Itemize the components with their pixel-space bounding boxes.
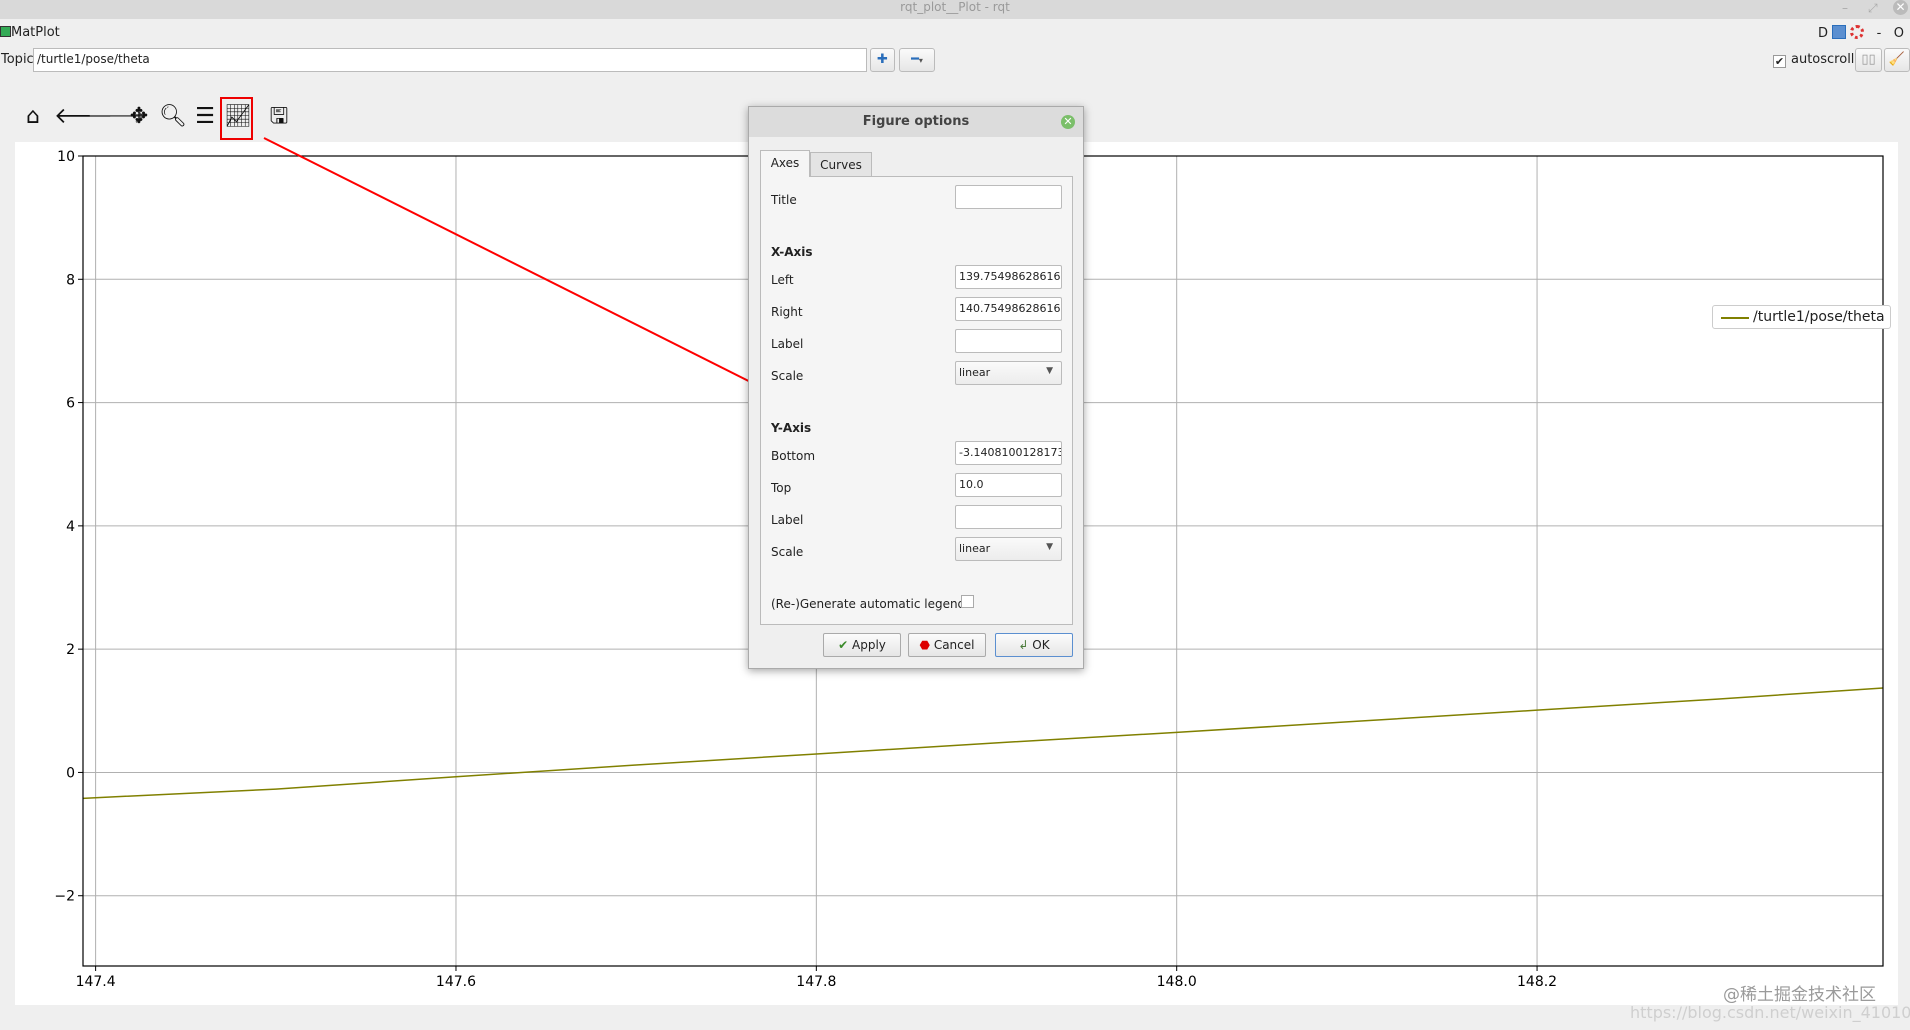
autoscroll-checkbox[interactable]: ✔ [1773,55,1786,68]
y-tick-label: 4 [66,519,75,535]
home-icon[interactable]: ⌂ [20,104,46,130]
apply-button[interactable]: ✔ Apply [823,633,901,657]
x-scale-select[interactable]: linear ▼ [955,361,1062,385]
legend: /turtle1/pose/theta [1712,305,1891,329]
title-input[interactable] [955,185,1062,209]
chevron-down-icon: ▼ [1046,542,1053,552]
minus-dropdown-icon: ━▾ [911,52,923,67]
y-bottom-input[interactable]: -3.14081001281738 [955,441,1062,465]
y-tick-label: 2 [66,642,75,658]
x-scale-value: linear [959,366,991,379]
axes-panel: Title X-Axis Left 139.754986286163 Right… [760,176,1073,625]
x-tick-label: 147.6 [436,974,476,990]
y-scale-select[interactable]: linear ▼ [955,537,1062,561]
save-icon[interactable]: 🖫 [266,104,292,130]
d-label[interactable]: D [1818,26,1828,41]
apply-label: Apply [852,638,886,652]
ok-button[interactable]: ↲ OK [995,633,1073,657]
pause-button[interactable]: ▯▯ [1855,48,1882,72]
autoscroll-toggle[interactable]: ✔ autoscroll [1773,52,1854,68]
x-tick-label: 148.0 [1157,974,1197,990]
y-tick-label: 8 [66,272,75,288]
stop-icon: ⬣ [919,638,930,652]
y-label-label: Label [771,513,804,527]
close-icon[interactable]: ✕ [1893,0,1908,15]
window-title-bar: rqt_plot__Plot - rqt [0,0,1910,19]
y-top-label: Top [771,481,792,495]
cancel-label: Cancel [933,638,975,652]
y-scale-label: Scale [771,545,804,559]
x-left-label: Left [771,273,794,287]
y-top-input[interactable]: 10.0 [955,473,1062,497]
legend-checkbox[interactable] [961,595,974,608]
highlight-box [220,97,253,140]
window-title: rqt_plot__Plot - rqt [900,0,1010,14]
watermark: @稀土掘金技术社区 [1723,985,1876,1005]
legend-swatch [1721,317,1749,319]
x-scale-label: Scale [771,369,804,383]
check-icon: ✔ [838,638,849,652]
x-label-input[interactable] [955,329,1062,353]
y-tick-label: 6 [66,396,75,412]
restore-icon[interactable]: ⤢ [1868,1,1878,16]
matplot-icon [0,26,11,37]
pan-icon[interactable]: ✥ [126,104,152,130]
legend-label: /turtle1/pose/theta [1753,309,1885,325]
title-label: Title [771,193,797,207]
add-topic-button[interactable]: ✚ [870,48,895,72]
y-scale-value: linear [959,542,991,555]
clear-button[interactable]: 🧹 [1884,48,1910,72]
x-axis-heading: X-Axis [771,245,813,259]
y-tick-label: 0 [66,765,75,781]
tab-curves[interactable]: Curves [810,152,872,176]
y-axis-heading: Y-Axis [771,421,812,435]
close-plugin-button[interactable]: O [1894,26,1904,41]
watermark-url: https://blog.csdn.net/weixin_41010198 [1630,1003,1910,1022]
dialog-title: Figure options [749,107,1083,137]
topic-label: Topic [1,52,34,67]
plugin-name: MatPlot [11,25,60,40]
plus-icon: ✚ [877,52,888,67]
figure-options-dialog: Figure options ✕ Axes Curves Title X-Axi… [748,106,1084,669]
x-right-label: Right [771,305,803,319]
x-label-label: Label [771,337,804,351]
help-icon[interactable] [1850,25,1865,39]
cancel-button[interactable]: ⬣ Cancel [908,633,986,657]
chevron-down-icon: ▼ [1046,366,1053,376]
plugin-title: MatPlot [0,25,60,40]
x-right-input[interactable]: 140.754986286163 [955,297,1062,321]
pause-icon: ▯▯ [1861,52,1876,67]
close-icon[interactable]: ✕ [1061,115,1075,129]
legend-option-label: (Re-)Generate automatic legend [771,597,966,611]
y-label-input[interactable] [955,505,1062,529]
y-bottom-label: Bottom [771,449,816,463]
ok-label: OK [1032,638,1050,652]
minimize-icon[interactable]: – [1842,1,1848,15]
series-line [82,687,1884,800]
settings-icon[interactable] [1832,25,1847,39]
remove-topic-button[interactable]: ━▾ [899,48,935,72]
x-tick-label: 147.8 [796,974,836,990]
ok-icon: ↲ [1018,638,1029,652]
topic-input[interactable]: /turtle1/pose/theta [33,48,867,72]
broom-icon: 🧹 [1888,52,1906,67]
back-icon[interactable]: 🡐 [54,104,113,130]
configure-subplots-icon[interactable]: ☰ [192,104,218,130]
tab-axes[interactable]: Axes [760,150,810,177]
plugin-controls: D - O [1818,25,1904,41]
zoom-icon[interactable]: 🔍︎ [159,104,187,130]
minimize-plugin-button[interactable]: - [1877,26,1882,41]
x-left-input[interactable]: 139.754986286163 [955,265,1062,289]
forward-icon[interactable]: 🡒 [87,104,146,130]
x-tick-label: 148.2 [1517,974,1557,990]
x-tick-label: 147.4 [76,974,116,990]
autoscroll-label: autoscroll [1791,52,1855,67]
y-tick-label: 10 [57,149,75,165]
y-tick-label: −2 [54,889,75,905]
